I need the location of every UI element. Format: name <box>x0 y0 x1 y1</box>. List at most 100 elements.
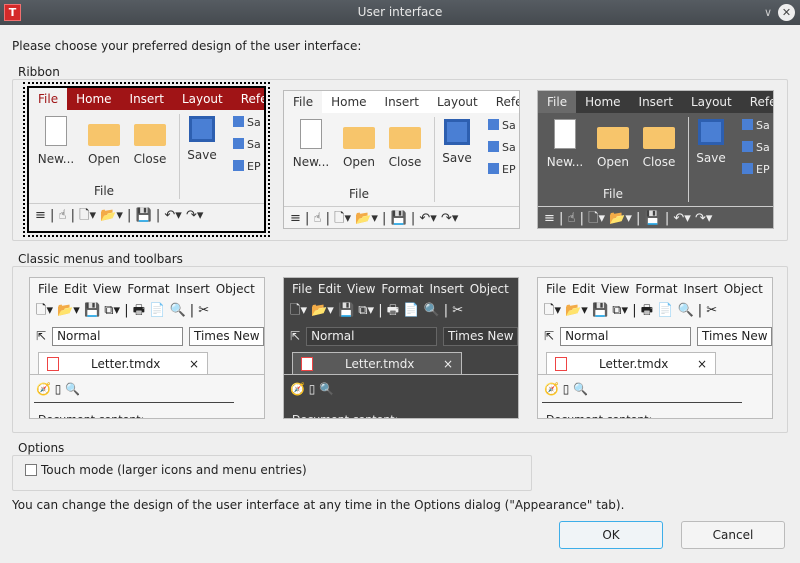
close-icon[interactable]: ✕ <box>778 4 795 21</box>
close-folder-icon <box>389 127 421 149</box>
ribbon-separator <box>179 114 180 199</box>
small-icon <box>233 116 244 127</box>
font-combo: Times New <box>443 326 518 346</box>
ribbon-small-button: Sa <box>742 141 770 154</box>
ribbon-tab: Refer <box>240 92 264 106</box>
ribbon-button-save: Save <box>179 116 225 162</box>
quick-access-toolbar: ≡ | ☝ | 🗋▾ 📂▾ | 💾 | ↶▾ ↷▾ <box>538 206 773 228</box>
ribbon-small-label: Sa <box>502 141 516 154</box>
ribbon-button-label: New... <box>37 152 75 166</box>
ribbon-button-close: Close <box>127 116 173 166</box>
style-combo: Normal <box>306 326 437 346</box>
small-icon <box>233 160 244 171</box>
small-icon <box>742 163 753 174</box>
menu-item: Object <box>215 282 255 296</box>
cancel-button[interactable]: Cancel <box>681 521 785 549</box>
ribbon-tab: Home <box>585 95 621 109</box>
ribbon-tab: Layout <box>690 95 732 109</box>
ribbon-small-label: Sa <box>756 141 770 154</box>
menu-item: Insert <box>175 282 210 296</box>
ribbon-button-open: Open <box>590 119 636 169</box>
ribbon-group-label: File <box>348 187 370 201</box>
ribbon-tab: Insert <box>384 95 419 109</box>
close-folder-icon <box>134 124 166 146</box>
touch-mode-label[interactable]: Touch mode (larger icons and menu entrie… <box>41 463 307 477</box>
ribbon-tab: Layout <box>436 95 478 109</box>
ribbon-button-label: New... <box>546 155 584 169</box>
ribbon-button-open: Open <box>336 119 382 169</box>
ribbon-separator <box>434 117 435 202</box>
save-icon <box>444 119 470 145</box>
ribbon-group-label: File <box>602 187 624 201</box>
menu-item: Edit <box>317 282 342 296</box>
ribbon-preview-dark[interactable]: File Home Insert Layout Refer New... Open Close… <box>537 90 774 229</box>
close-folder-icon <box>643 127 675 149</box>
ribbon-small-label: Sa <box>502 119 516 132</box>
ribbon-button-new: New... <box>542 119 588 169</box>
ribbon-group-label: File <box>93 184 115 198</box>
ribbon-body: New... Open Close Save Sa Sa EP File <box>538 113 773 206</box>
ribbon-small-button: Sa <box>488 119 516 132</box>
new-document-icon <box>45 116 67 146</box>
ok-button[interactable]: OK <box>559 521 663 549</box>
menu-item: View <box>347 282 376 296</box>
menu-item: Insert <box>683 282 718 296</box>
menu-bar: File Edit View Format Insert Object <box>284 278 518 300</box>
ribbon-button-close: Close <box>382 119 428 169</box>
menu-item: File <box>38 282 59 296</box>
ribbon-preview-red[interactable]: File Home Insert Layout Refer New... Open Close… <box>23 82 270 237</box>
ribbon-button-label: Save <box>187 148 217 162</box>
ribbon-button-new: New... <box>288 119 334 169</box>
ribbon-tabs: File Home Insert Layout Refer <box>284 91 519 113</box>
ribbon-preview-light[interactable]: File Home Insert Layout Refer New... Open Close… <box>283 90 520 229</box>
menu-bar: File Edit View Format Insert Object <box>538 278 772 300</box>
classic-preview-1[interactable]: File Edit View Format Insert Object 🗋▾ 📂… <box>29 277 265 419</box>
ribbon-button-close: Close <box>636 119 682 169</box>
small-icon <box>488 163 499 174</box>
ribbon-small-label: Sa <box>247 116 261 129</box>
classic-preview-2[interactable]: File Edit View Format Insert Object 🗋▾ 📂… <box>283 277 519 419</box>
menu-item: Object <box>469 282 509 296</box>
menu-item: Edit <box>63 282 88 296</box>
pointer-icon: ⇱ <box>290 329 301 343</box>
document-content-label: Document content: <box>288 402 488 418</box>
footer-text: You can change the design of the user in… <box>12 498 625 512</box>
document-close-icon: × <box>696 357 707 371</box>
ribbon-small-button: Sa <box>742 119 770 132</box>
open-folder-icon <box>88 124 120 146</box>
font-combo: Times New <box>189 326 264 346</box>
document-content-label: Document content: <box>34 402 234 418</box>
menu-item: Format <box>381 282 424 296</box>
ribbon-body: New... Open Close Save Sa Sa EP File <box>29 110 264 203</box>
ribbon-button-label: New... <box>292 155 330 169</box>
title-bar: T User interface ∨ ✕ <box>0 0 800 25</box>
navigation-bar: 🧭 ▯ 🔍 <box>30 374 264 402</box>
style-combo: Normal <box>52 326 183 346</box>
classic-preview-3[interactable]: File Edit View Format Insert Object 🗋▾ 📂… <box>537 277 773 419</box>
small-icon <box>233 138 244 149</box>
format-toolbar: ⇱ Normal Times New <box>30 324 264 348</box>
ribbon-button-new: New... <box>33 116 79 166</box>
menu-bar: File Edit View Format Insert Object <box>30 278 264 300</box>
ribbon-button-label: Open <box>342 155 376 169</box>
ribbon-separator <box>688 117 689 202</box>
ribbon-tab: Refer <box>495 95 519 109</box>
ribbon-small-label: EP <box>247 160 261 173</box>
ribbon-body: New... Open Close Save Sa Sa EP File <box>284 113 519 206</box>
document-tab: Letter.tmdx × <box>546 352 716 374</box>
navigation-bar: 🧭 ▯ 🔍 <box>284 374 518 402</box>
format-toolbar: ⇱ Normal Times New <box>538 324 772 348</box>
menu-item: File <box>546 282 567 296</box>
window-title: User interface <box>357 5 443 19</box>
ribbon-button-label: Open <box>87 152 121 166</box>
pointer-icon: ⇱ <box>36 329 47 343</box>
menu-item: Format <box>635 282 678 296</box>
ribbon-small-label: Sa <box>247 138 261 151</box>
open-folder-icon <box>597 127 629 149</box>
document-tab: Letter.tmdx × <box>292 352 462 374</box>
document-tab-label: Letter.tmdx <box>91 357 161 371</box>
minimize-icon[interactable]: ∨ <box>764 0 772 25</box>
touch-mode-checkbox[interactable] <box>25 464 37 476</box>
menu-item: Object <box>723 282 763 296</box>
menu-item: Insert <box>429 282 464 296</box>
